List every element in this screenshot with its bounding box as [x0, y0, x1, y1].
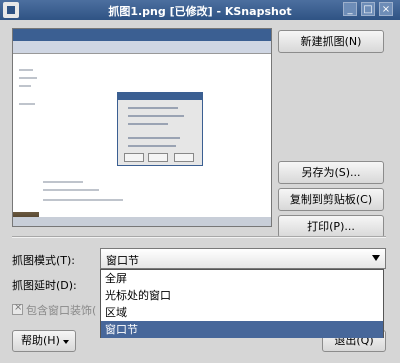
option-fullscreen[interactable]: 全屏 — [101, 270, 383, 287]
preview-titlebar — [13, 29, 271, 41]
close-icon[interactable]: × — [379, 2, 393, 16]
include-decorations-checkbox[interactable] — [12, 302, 23, 315]
option-window-section[interactable]: 窗口节 — [101, 321, 383, 338]
option-window-under-cursor[interactable]: 光标处的窗口 — [101, 287, 383, 304]
title-bar[interactable]: 抓图1.png [已修改] - KSnapshot _ □ × — [0, 0, 400, 20]
preview-taskbar — [13, 217, 271, 226]
capture-mode-value: 窗口节 — [106, 254, 139, 267]
minimize-icon[interactable]: _ — [343, 2, 357, 16]
separator — [12, 236, 386, 238]
ksnapshot-window: 抓图1.png [已修改] - KSnapshot _ □ × 新建抓图(N) … — [0, 0, 400, 363]
help-label: 帮助(H) — [21, 334, 60, 347]
capture-mode-label: 抓图模式(T): — [12, 254, 76, 267]
snapshot-preview[interactable] — [12, 28, 272, 227]
delay-label: 抓图延时(D): — [12, 279, 77, 292]
include-decorations-label: 包含窗口装饰( — [26, 304, 97, 317]
chevron-down-icon — [372, 255, 380, 261]
save-as-button[interactable]: 另存为(S)... — [278, 161, 384, 184]
help-button[interactable]: 帮助(H) — [12, 330, 76, 352]
capture-mode-select[interactable]: 窗口节 — [100, 248, 386, 269]
chevron-down-icon — [63, 340, 69, 344]
window-title: 抓图1.png [已修改] - KSnapshot — [108, 5, 292, 18]
preview-tabs — [13, 41, 271, 54]
option-region[interactable]: 区域 — [101, 304, 383, 321]
capture-mode-dropdown[interactable]: 全屏 光标处的窗口 区域 窗口节 — [100, 269, 384, 338]
new-snapshot-button[interactable]: 新建抓图(N) — [278, 30, 384, 53]
maximize-icon[interactable]: □ — [361, 2, 375, 16]
preview-dialog — [117, 92, 203, 166]
copy-to-clipboard-button[interactable]: 复制到剪贴板(C) — [278, 188, 384, 211]
print-button[interactable]: 打印(P)... — [278, 215, 384, 238]
